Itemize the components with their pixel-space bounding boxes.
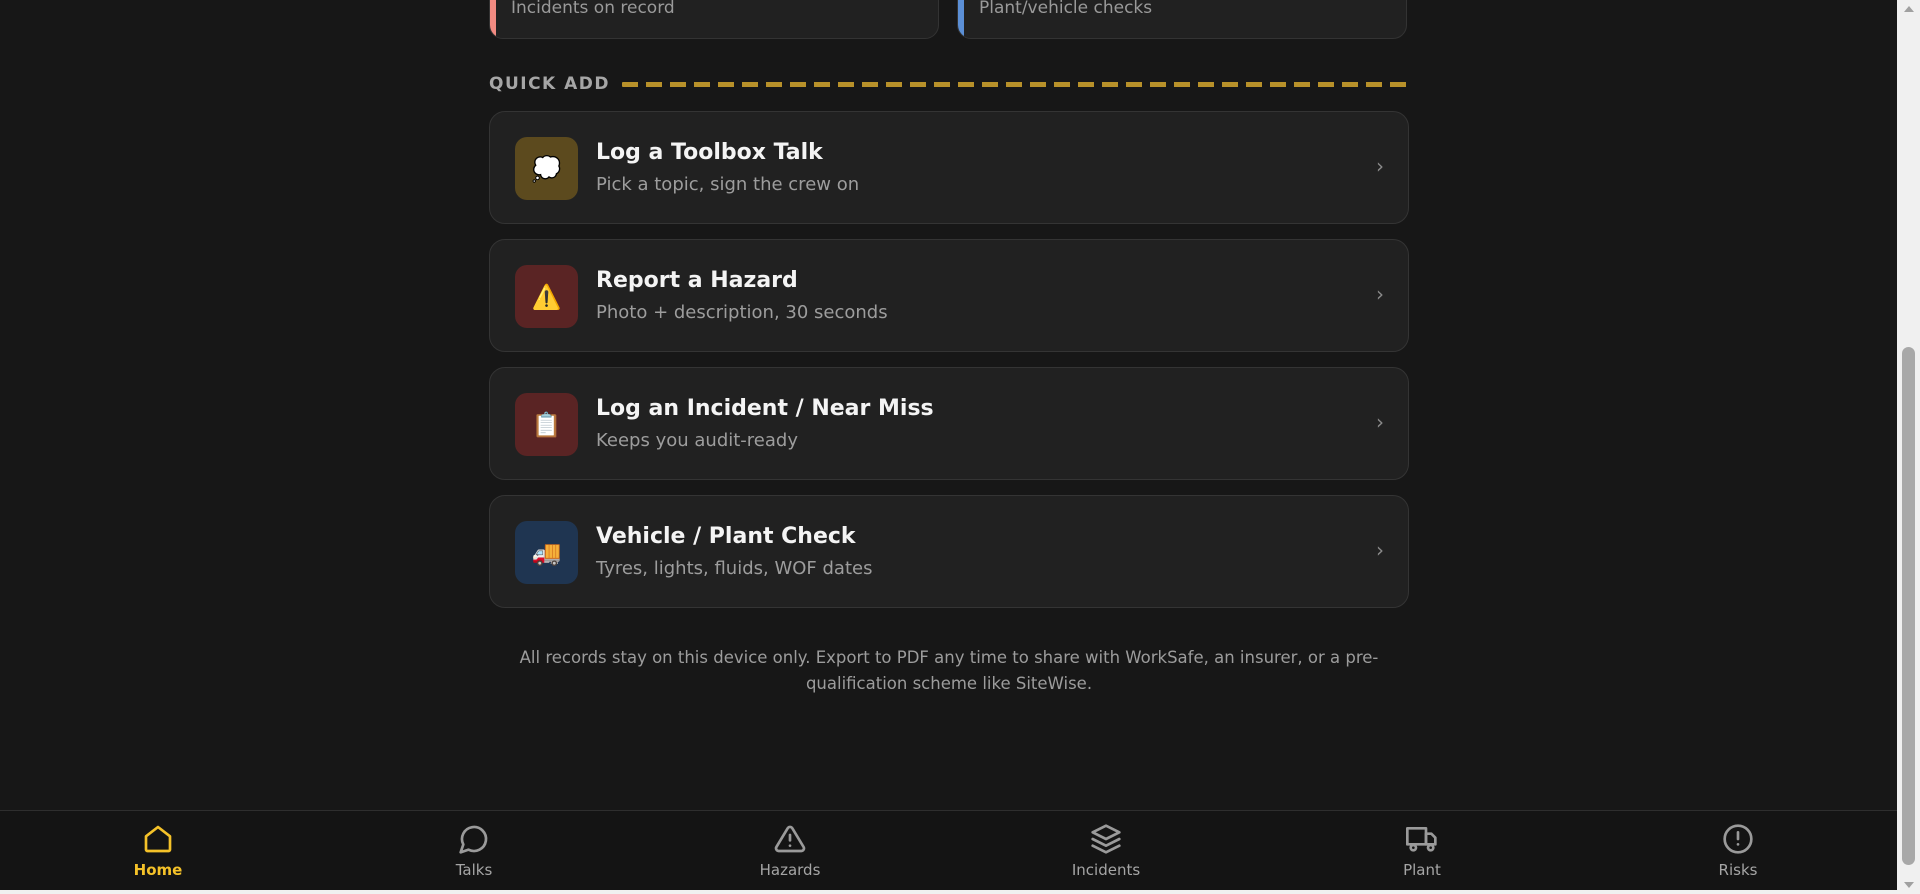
privacy-note: All records stay on this device only. Ex… bbox=[519, 648, 1379, 693]
speech-bubble-icon: 💭 bbox=[515, 137, 578, 200]
nav-incidents[interactable]: Incidents bbox=[1046, 811, 1166, 894]
nav-label-risks: Risks bbox=[1718, 861, 1758, 879]
toolbox-talk-card[interactable]: 💭 Log a Toolbox Talk Pick a topic, sign … bbox=[489, 111, 1409, 224]
stat-accent-incidents bbox=[490, 0, 496, 38]
nav-label-hazards: Hazards bbox=[759, 861, 821, 879]
action-title: Vehicle / Plant Check bbox=[596, 524, 856, 549]
action-subtitle: Keeps you audit-ready bbox=[596, 430, 798, 451]
log-incident-card[interactable]: 📋 Log an Incident / Near Miss Keeps you … bbox=[489, 367, 1409, 480]
nav-hazards[interactable]: Hazards bbox=[730, 811, 850, 894]
quick-add-title: QUICK ADD bbox=[489, 74, 611, 94]
action-subtitle: Photo + description, 30 seconds bbox=[596, 302, 888, 323]
nav-label-talks: Talks bbox=[455, 861, 493, 879]
chevron-right-icon: › bbox=[1376, 282, 1384, 306]
vehicle-plant-check-card[interactable]: 🚚 Vehicle / Plant Check Tyres, lights, f… bbox=[489, 495, 1409, 608]
bottom-nav: Home Talks Hazards Incidents Plant Risks bbox=[0, 810, 1897, 894]
warning-icon: ⚠️ bbox=[515, 265, 578, 328]
nav-plant[interactable]: Plant bbox=[1362, 811, 1482, 894]
chat-bubble-icon bbox=[458, 823, 490, 855]
chevron-right-icon: › bbox=[1376, 154, 1384, 178]
nav-risks[interactable]: Risks bbox=[1678, 811, 1798, 894]
report-hazard-card[interactable]: ⚠️ Report a Hazard Photo + description, … bbox=[489, 239, 1409, 352]
hazard-stripe-divider bbox=[622, 81, 1409, 87]
warning-triangle-icon bbox=[774, 823, 806, 855]
truck-icon bbox=[1406, 823, 1438, 855]
nav-label-plant: Plant bbox=[1403, 861, 1441, 879]
scroll-down-arrow-icon[interactable] bbox=[1897, 876, 1920, 894]
action-title: Log an Incident / Near Miss bbox=[596, 396, 934, 421]
truck-icon: 🚚 bbox=[515, 521, 578, 584]
stat-card-plant[interactable]: Plant/vehicle checks bbox=[957, 0, 1407, 39]
window-bottom-edge bbox=[0, 890, 1897, 894]
chevron-right-icon: › bbox=[1376, 410, 1384, 434]
stat-label-incidents: Incidents on record bbox=[511, 0, 675, 18]
action-subtitle: Tyres, lights, fluids, WOF dates bbox=[596, 558, 873, 579]
stat-card-incidents[interactable]: Incidents on record bbox=[489, 0, 939, 39]
action-title: Report a Hazard bbox=[596, 268, 798, 293]
nav-label-home: Home bbox=[133, 861, 183, 879]
stat-label-plant: Plant/vehicle checks bbox=[979, 0, 1153, 18]
nav-label-incidents: Incidents bbox=[1071, 861, 1141, 879]
nav-talks[interactable]: Talks bbox=[414, 811, 534, 894]
scroll-up-arrow-icon[interactable] bbox=[1897, 0, 1920, 18]
stat-accent-plant bbox=[958, 0, 964, 38]
vertical-scrollbar[interactable] bbox=[1897, 0, 1920, 894]
layers-icon bbox=[1090, 823, 1122, 855]
home-icon bbox=[142, 823, 174, 855]
clipboard-icon: 📋 bbox=[515, 393, 578, 456]
app-viewport: Incidents on record Plant/vehicle checks… bbox=[0, 0, 1897, 894]
nav-home[interactable]: Home bbox=[98, 811, 218, 894]
action-title: Log a Toolbox Talk bbox=[596, 140, 823, 165]
chevron-right-icon: › bbox=[1376, 538, 1384, 562]
stats-row: Incidents on record Plant/vehicle checks bbox=[489, 0, 1409, 39]
alert-circle-icon bbox=[1722, 823, 1754, 855]
quick-add-header: QUICK ADD bbox=[489, 72, 1409, 96]
action-subtitle: Pick a topic, sign the crew on bbox=[596, 174, 860, 195]
scrollbar-thumb[interactable] bbox=[1902, 347, 1915, 865]
